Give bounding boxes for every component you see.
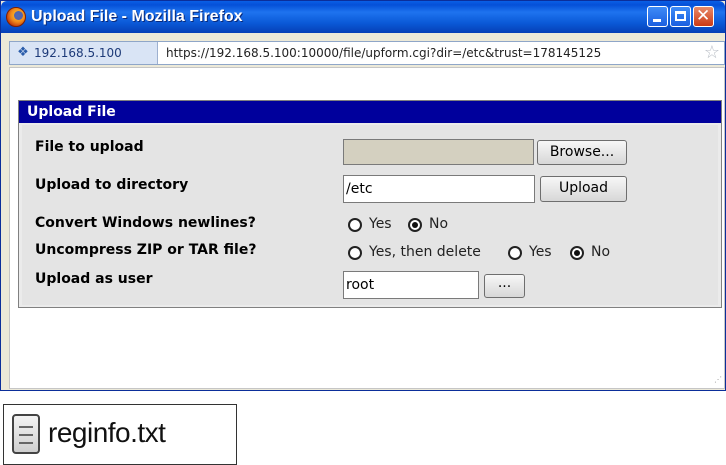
url-text[interactable]: https://192.168.5.100:10000/file/upform.…	[166, 46, 601, 60]
maximize-button[interactable]	[670, 6, 691, 27]
upload-dir-input[interactable]: /etc	[343, 175, 535, 203]
uncompress-no-radio[interactable]	[570, 246, 584, 260]
uncompress-yes-delete-radio[interactable]	[348, 246, 362, 260]
window-title: Upload File - Mozilla Firefox	[31, 8, 243, 25]
file-name: reginfo.txt	[48, 417, 166, 448]
site-identity-button[interactable]: ❖ 192.168.5.100	[10, 42, 158, 64]
uncompress-no-label: No	[591, 244, 611, 260]
uncompress-label: Uncompress ZIP or TAR file?	[35, 242, 257, 258]
minimize-icon	[653, 19, 661, 22]
convert-yes-label: Yes	[369, 216, 392, 232]
firefox-icon	[6, 7, 26, 27]
user-picker-button[interactable]: ...	[484, 274, 525, 298]
upload-user-label: Upload as user	[35, 271, 153, 287]
uncompress-yes-delete-label: Yes, then delete	[369, 244, 481, 260]
site-identity-icon: ❖	[17, 45, 29, 60]
panel-body: File to upload Browse... Upload to direc…	[22, 125, 718, 305]
close-button[interactable]: ✕	[693, 6, 714, 27]
maximize-icon	[675, 11, 686, 21]
file-path-field[interactable]	[343, 139, 534, 165]
convert-no-label: No	[429, 216, 449, 232]
file-item[interactable]: reginfo.txt	[3, 404, 237, 465]
minimize-button[interactable]	[647, 6, 668, 27]
title-bar[interactable]: Upload File - Mozilla Firefox ✕	[1, 1, 725, 33]
convert-newlines-label: Convert Windows newlines?	[35, 215, 256, 231]
upload-dir-label: Upload to directory	[35, 177, 189, 193]
address-bar[interactable]: ❖ 192.168.5.100 https://192.168.5.100:10…	[9, 41, 725, 65]
panel-header: Upload File	[19, 101, 721, 123]
convert-yes-radio[interactable]	[348, 218, 362, 232]
uncompress-yes-radio[interactable]	[508, 246, 522, 260]
uncompress-yes-label: Yes	[529, 244, 552, 260]
upload-user-input[interactable]: root	[343, 271, 479, 299]
panel-title: Upload File	[27, 104, 116, 120]
upload-button[interactable]: Upload	[540, 176, 627, 202]
browse-button[interactable]: Browse...	[537, 140, 627, 165]
convert-no-radio[interactable]	[408, 218, 422, 232]
site-host: 192.168.5.100	[34, 46, 122, 60]
bookmark-star-icon[interactable]: ☆	[704, 43, 720, 63]
file-to-upload-label: File to upload	[35, 139, 144, 155]
upload-form-panel: Upload File File to upload Browse... Upl…	[18, 100, 722, 308]
text-file-icon	[12, 414, 40, 454]
resize-grip-icon[interactable]: ⋰	[712, 376, 722, 386]
close-icon: ✕	[696, 6, 711, 26]
